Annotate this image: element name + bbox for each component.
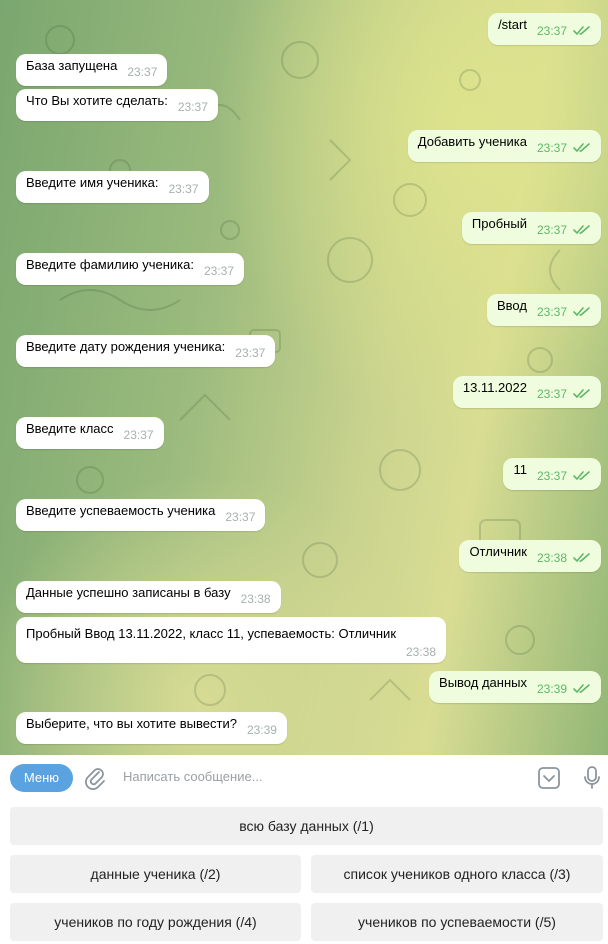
message-text: 13.11.2022 xyxy=(462,380,527,395)
outgoing-message[interactable]: Отличник 23:38 xyxy=(459,540,601,572)
message-text: Отличник xyxy=(469,544,527,559)
message-text: Добавить ученика xyxy=(417,134,527,149)
double-check-icon xyxy=(573,379,591,411)
incoming-message[interactable]: Введите имя ученика: 23:37 xyxy=(16,171,209,203)
outgoing-message[interactable]: 11 23:37 xyxy=(503,458,601,490)
outgoing-message[interactable]: Добавить ученика 23:37 xyxy=(407,130,601,165)
message-text: Данные успешно записаны в базу xyxy=(26,585,231,600)
incoming-message[interactable]: Введите класс 23:37 xyxy=(16,417,164,449)
outgoing-message[interactable]: Пробный 23:37 xyxy=(461,212,601,247)
incoming-message[interactable]: Данные успешно записаны в базу 23:38 xyxy=(16,581,281,613)
message-time: 23:37 xyxy=(168,182,199,196)
outgoing-message[interactable]: /start 23:37 xyxy=(488,13,601,45)
message-text: 11 xyxy=(513,462,527,477)
incoming-message[interactable]: Введите фамилию ученика: 23:37 xyxy=(16,253,244,285)
incoming-message[interactable]: Что Вы хотите сделать: 23:37 xyxy=(16,89,218,121)
double-check-icon xyxy=(573,133,591,165)
double-check-icon xyxy=(573,543,591,575)
message-time: 23:37 xyxy=(536,223,567,237)
double-check-icon xyxy=(573,16,591,48)
kb-button-class-list[interactable]: список учеников одного класса (/3) xyxy=(311,855,603,893)
outgoing-message[interactable]: Вывод данных 23:39 xyxy=(429,671,601,703)
message-text: Введите класс xyxy=(26,421,114,436)
message-text: /start xyxy=(498,17,527,32)
message-text: Введите успеваемость ученика xyxy=(26,503,216,518)
message-text: Введите имя ученика: xyxy=(26,175,159,190)
chat-area[interactable]: /start 23:37 База запущена 23:37 Что Вы хоти… xyxy=(0,0,608,755)
double-check-icon xyxy=(573,674,591,706)
kb-button-all-data[interactable]: всю базу данных (/1) xyxy=(10,807,603,845)
message-text: Пробный xyxy=(471,216,527,231)
message-time: 23:37 xyxy=(536,24,567,38)
message-time: 23:37 xyxy=(123,428,154,442)
message-input[interactable]: Написать сообщение... xyxy=(123,769,263,784)
message-text: Ввод xyxy=(497,298,527,313)
message-text: Выберите, что вы хотите вывести? xyxy=(26,716,237,731)
message-text: Что Вы хотите сделать: xyxy=(26,93,168,108)
message-time: 23:38 xyxy=(240,592,271,606)
message-text: Пробный Ввод 13.11.2022, класс 11, успев… xyxy=(26,626,397,641)
message-time: 23:37 xyxy=(536,141,567,155)
message-time: 23:39 xyxy=(246,723,277,737)
message-time: 23:39 xyxy=(536,682,567,696)
incoming-message[interactable]: Введите дату рождения ученика: 23:37 xyxy=(16,335,276,367)
composer-bar: Меню Написать сообщение... xyxy=(0,755,608,801)
double-check-icon xyxy=(573,215,591,247)
keyboard-icon[interactable] xyxy=(538,767,560,792)
double-check-icon xyxy=(573,297,591,329)
incoming-message[interactable]: Введите успеваемость ученика 23:37 xyxy=(16,499,266,531)
message-time: 23:37 xyxy=(536,469,567,483)
microphone-icon[interactable] xyxy=(583,766,601,793)
menu-button[interactable]: Меню xyxy=(10,764,73,792)
message-time: 23:37 xyxy=(177,100,208,114)
message-text: Вывод данных xyxy=(439,675,527,690)
incoming-message[interactable]: Выберите, что вы хотите вывести? 23:39 xyxy=(16,712,287,744)
message-time: 23:38 xyxy=(405,645,436,659)
message-text: База запущена xyxy=(26,58,118,73)
outgoing-message[interactable]: 13.11.2022 23:37 xyxy=(452,376,601,411)
message-time: 23:37 xyxy=(225,510,256,524)
message-time: 23:37 xyxy=(235,346,266,360)
attach-icon[interactable] xyxy=(84,766,106,793)
message-text: Введите фамилию ученика: xyxy=(26,257,194,272)
reply-keyboard: всю базу данных (/1) данные ученика (/2)… xyxy=(0,801,608,944)
message-time: 23:37 xyxy=(203,264,234,278)
incoming-message[interactable]: База запущена 23:37 xyxy=(16,54,168,86)
kb-button-by-performance[interactable]: учеников по успеваемости (/5) xyxy=(311,903,603,941)
kb-button-by-birth-year[interactable]: учеников по году рождения (/4) xyxy=(10,903,301,941)
message-time: 23:38 xyxy=(536,551,567,565)
message-time: 23:37 xyxy=(127,65,158,79)
message-time: 23:37 xyxy=(536,305,567,319)
message-text: Введите дату рождения ученика: xyxy=(26,339,226,354)
message-time: 23:37 xyxy=(536,387,567,401)
incoming-message[interactable]: Пробный Ввод 13.11.2022, класс 11, успев… xyxy=(16,617,446,663)
outgoing-message[interactable]: Ввод 23:37 xyxy=(487,294,601,326)
kb-button-student-data[interactable]: данные ученика (/2) xyxy=(10,855,301,893)
double-check-icon xyxy=(573,461,591,493)
